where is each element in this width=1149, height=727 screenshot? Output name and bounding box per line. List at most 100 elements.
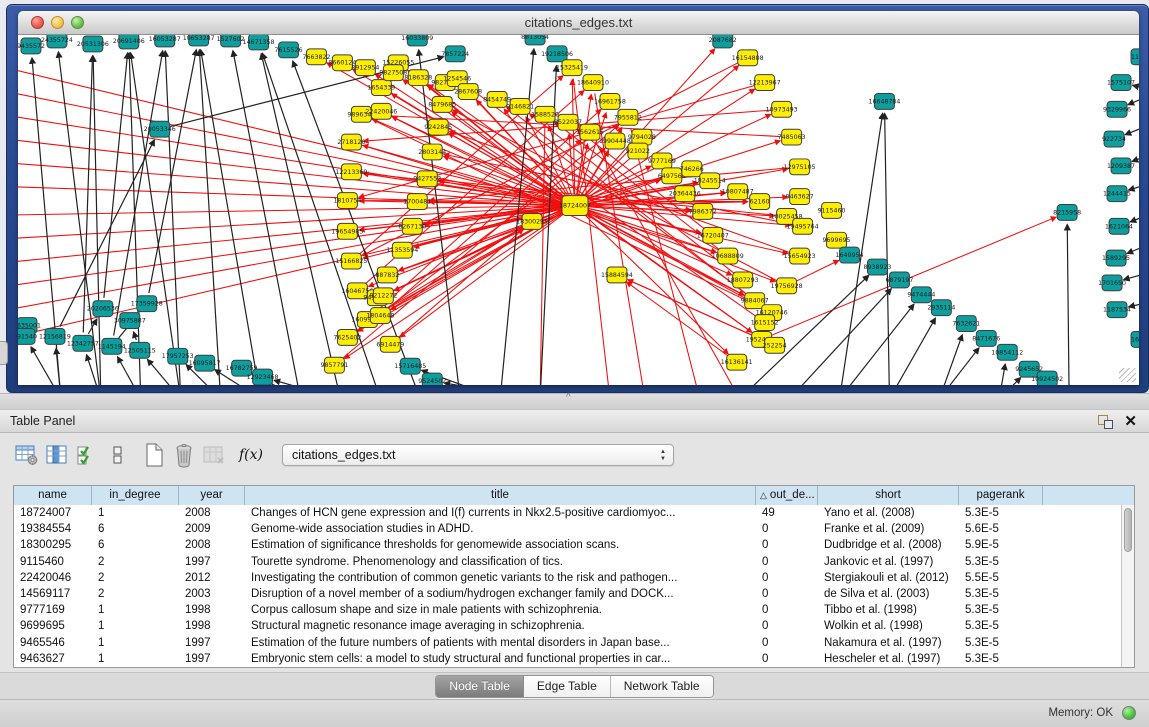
graph-node[interactable]: 10807487 bbox=[722, 184, 754, 200]
graph-node[interactable]: 20206536 bbox=[87, 301, 119, 317]
graph-node[interactable]: 18640910 bbox=[577, 75, 609, 91]
table-settings-icon[interactable] bbox=[12, 441, 42, 469]
delete-column-icon[interactable] bbox=[169, 441, 199, 469]
column-header-out_degree[interactable]: △out_de... bbox=[756, 486, 818, 505]
column-select-icon[interactable] bbox=[42, 441, 72, 469]
graph-edge[interactable] bbox=[939, 335, 962, 385]
graph-edge[interactable] bbox=[93, 56, 101, 385]
graph-node[interactable]: 7663822 bbox=[302, 49, 330, 65]
graph-node[interactable]: 2803144 bbox=[418, 144, 446, 160]
tab-edge-table[interactable]: Edge Table bbox=[524, 676, 611, 697]
graph-node[interactable]: 991540 bbox=[18, 328, 37, 344]
graph-node[interactable]: 7955812 bbox=[614, 109, 642, 125]
graph-node[interactable]: 9115460 bbox=[818, 203, 846, 219]
graph-node[interactable]: 1640954 bbox=[836, 247, 864, 263]
graph-node[interactable]: 12342757 bbox=[67, 335, 99, 351]
graph-node[interactable]: 12213369 bbox=[335, 164, 367, 180]
graph-node[interactable]: 20531306 bbox=[77, 36, 109, 52]
table-row[interactable]: 977716911998Corpus callosum shape and si… bbox=[14, 602, 1121, 618]
citation-network-graph[interactable]: 9435572243557242053130620691406160532871… bbox=[18, 35, 1139, 385]
graph-edge[interactable] bbox=[628, 280, 765, 341]
graph-node[interactable]: 9699695 bbox=[823, 232, 851, 248]
graph-node[interactable]: 1575107 bbox=[1107, 75, 1135, 91]
table-row[interactable]: 1830029562008Estimation of significance … bbox=[14, 537, 1121, 553]
tab-node-table[interactable]: Node Table bbox=[436, 676, 524, 697]
graph-node[interactable]: 8471676 bbox=[972, 330, 1000, 346]
new-column-icon[interactable] bbox=[139, 441, 169, 469]
graph-edge[interactable] bbox=[1128, 181, 1139, 190]
close-panel-icon[interactable]: ✕ bbox=[1124, 412, 1137, 430]
graph-node[interactable]: 16053287 bbox=[149, 35, 181, 47]
graph-node[interactable]: 10653287 bbox=[183, 35, 215, 46]
graph-node[interactable]: 2935114 bbox=[927, 300, 955, 316]
graph-node[interactable]: 17359928 bbox=[131, 296, 163, 312]
table-selector-dropdown[interactable]: citations_edges.txt ▲▼ bbox=[282, 444, 674, 466]
graph-node[interactable]: 15716485 bbox=[394, 358, 426, 374]
graph-node[interactable]: 12505115 bbox=[124, 342, 156, 358]
graph-node[interactable]: 8912954 bbox=[351, 60, 379, 76]
graph-node[interactable]: 9427552 bbox=[413, 171, 441, 187]
graph-edge[interactable] bbox=[261, 54, 340, 385]
graph-edge[interactable] bbox=[262, 53, 380, 385]
graph-node[interactable]: 1589295 bbox=[1102, 250, 1130, 266]
table-row[interactable]: 1456911722003Disruption of a novel membe… bbox=[14, 586, 1121, 602]
graph-node[interactable]: 12975105 bbox=[784, 159, 816, 175]
graph-node[interactable]: 7632621 bbox=[952, 316, 980, 332]
graph-node[interactable]: 8813054 bbox=[521, 35, 549, 45]
column-header-in_degree[interactable]: in_degree bbox=[92, 486, 179, 505]
graph-node[interactable]: 7857224 bbox=[441, 46, 469, 62]
graph-node[interactable]: 20691406 bbox=[113, 35, 145, 49]
graph-edge[interactable] bbox=[627, 282, 728, 356]
graph-edge[interactable] bbox=[134, 332, 137, 340]
graph-node[interactable]: 10854112 bbox=[991, 344, 1023, 360]
graph-node[interactable]: 1244415 bbox=[1103, 186, 1131, 202]
table-row[interactable]: 946362711997Embryonic stem cells: a mode… bbox=[14, 651, 1121, 667]
graph-node[interactable]: 16033809 bbox=[401, 35, 433, 46]
network-graph-canvas[interactable]: 9435572243557242053130620691406160532871… bbox=[18, 35, 1139, 385]
graph-edge[interactable] bbox=[104, 53, 128, 298]
function-builder-icon[interactable]: f(x) bbox=[236, 441, 266, 469]
graph-edge[interactable] bbox=[1127, 240, 1139, 253]
table-row[interactable]: 911546021997Tourette syndrome. Phenomeno… bbox=[14, 554, 1121, 570]
column-visibility-icon[interactable] bbox=[72, 441, 102, 469]
splitter-handle-icon[interactable]: ^ bbox=[566, 393, 571, 403]
graph-node[interactable]: 7615526 bbox=[275, 42, 303, 58]
graph-edge[interactable] bbox=[274, 380, 340, 385]
graph-edge[interactable] bbox=[1128, 92, 1139, 105]
graph-node[interactable]: 2867608 bbox=[454, 84, 482, 100]
graph-edge[interactable] bbox=[772, 217, 1056, 335]
graph-edge[interactable] bbox=[885, 113, 890, 385]
graph-node[interactable]: 8212272 bbox=[369, 288, 397, 304]
graph-node[interactable]: 16648784 bbox=[868, 93, 900, 109]
graph-edge[interactable] bbox=[889, 318, 935, 385]
graph-edge[interactable] bbox=[939, 348, 979, 385]
graph-node[interactable]: 12213967 bbox=[749, 75, 781, 91]
graph-node[interactable]: 887832 bbox=[375, 267, 399, 283]
table-row[interactable]: 1938455462009Genome-wide association stu… bbox=[14, 521, 1121, 537]
graph-node[interactable]: 8186328 bbox=[404, 70, 432, 86]
column-header-pagerank[interactable]: pagerank bbox=[959, 486, 1043, 505]
network-window-titlebar[interactable]: citations_edges.txt bbox=[18, 11, 1139, 35]
graph-node[interactable]: 1804648 bbox=[366, 308, 394, 324]
graph-node-hub[interactable]: 18724007 bbox=[559, 196, 591, 216]
vertical-scrollbar[interactable] bbox=[1121, 505, 1134, 667]
graph-node[interactable]: 1701650 bbox=[1098, 275, 1126, 291]
minimize-window-icon[interactable] bbox=[51, 16, 64, 29]
graph-node[interactable]: 9463627 bbox=[786, 189, 814, 205]
tab-network-table[interactable]: Network Table bbox=[611, 676, 713, 697]
graph-node[interactable]: 9329966 bbox=[1103, 101, 1131, 117]
graph-node[interactable]: 1145194 bbox=[98, 338, 126, 354]
graph-edge[interactable] bbox=[199, 50, 220, 385]
graph-edge[interactable] bbox=[1124, 270, 1139, 280]
float-panel-icon[interactable] bbox=[1098, 415, 1113, 429]
table-row[interactable]: 2242004622012Investigating the contribut… bbox=[14, 570, 1121, 586]
graph-edge[interactable] bbox=[18, 208, 564, 315]
graph-node[interactable]: 7986372 bbox=[689, 204, 717, 220]
scrollbar-thumb[interactable] bbox=[1124, 508, 1132, 552]
table-row[interactable]: 946554611997Estimation of the future num… bbox=[14, 635, 1121, 651]
graph-node[interactable]: 62160 bbox=[750, 194, 770, 210]
graph-node[interactable]: 8215958 bbox=[1053, 205, 1081, 221]
graph-node[interactable]: 8267130 bbox=[398, 218, 426, 234]
column-header-year[interactable]: year bbox=[179, 486, 245, 505]
panel-divider-grip[interactable] bbox=[0, 341, 8, 365]
